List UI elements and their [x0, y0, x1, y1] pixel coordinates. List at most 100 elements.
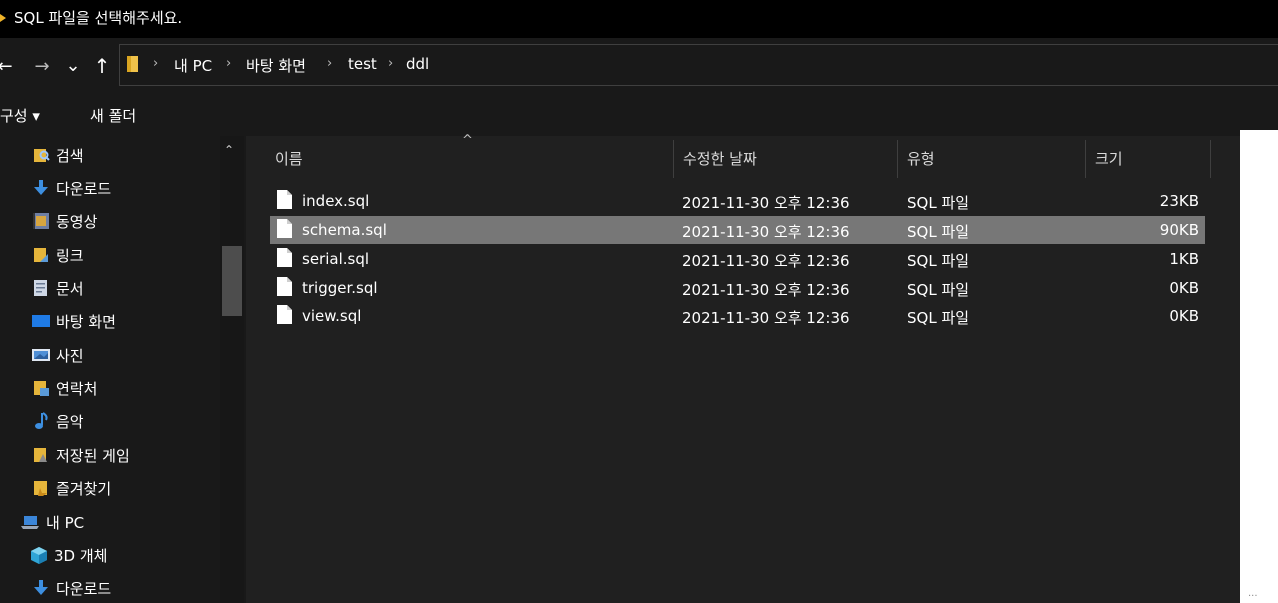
sidebar-scrollbar[interactable] [220, 136, 244, 603]
sidebar-scroll-thumb[interactable] [222, 246, 242, 316]
sidebar-item-search[interactable]: 검색 [32, 140, 84, 170]
sidebar-item-music[interactable]: 음악 [32, 406, 84, 436]
favorites-icon [34, 481, 47, 496]
sort-ascending-icon: ^ [462, 133, 473, 148]
file-icon [277, 190, 292, 209]
sidebar-item-desktop[interactable]: 바탕 화면 [32, 306, 116, 336]
file-type: SQL 파일 [907, 194, 970, 212]
sidebar-item-label: 동영상 [56, 212, 98, 231]
file-icon [277, 277, 292, 296]
organize-button[interactable]: 구성 ▾ [0, 105, 40, 126]
breadcrumb-separator: › [226, 56, 232, 71]
column-header-date[interactable]: 수정한 날짜 [683, 148, 757, 169]
sidebar-item-label: 음악 [56, 412, 84, 431]
sidebar-item-label: 다운로드 [56, 579, 112, 598]
desktop-icon [32, 315, 50, 327]
file-name: serial.sql [302, 250, 370, 268]
sidebar-item-favorites[interactable]: 즐겨찾기 [32, 473, 111, 503]
sidebar-item-label: 3D 개체 [54, 546, 108, 565]
file-date: 2021-11-30 오후 12:36 [682, 252, 850, 270]
file-type: SQL 파일 [907, 281, 970, 299]
file-row[interactable]: index.sql 2021-11-30 오후 12:36 SQL 파일 23K… [270, 187, 1205, 215]
sidebar-item-contacts[interactable]: 연락처 [32, 373, 97, 403]
file-size: 90KB [1159, 221, 1199, 239]
sidebar-item-saved-games[interactable]: 저장된 게임 [32, 440, 130, 470]
download-icon [34, 580, 48, 595]
column-header-size[interactable]: 크기 [1095, 148, 1123, 169]
file-row[interactable]: view.sql 2021-11-30 오후 12:36 SQL 파일 0KB [270, 302, 1205, 330]
up-arrow-icon: ↑ [93, 54, 111, 78]
title-bar [0, 0, 1278, 38]
sidebar-item-downloads[interactable]: 다운로드 [32, 173, 111, 203]
video-icon [33, 213, 49, 229]
file-icon [277, 248, 292, 267]
download-icon [34, 180, 48, 195]
document-icon [34, 280, 47, 296]
file-size: 0KB [1169, 279, 1199, 297]
sidebar-item-links[interactable]: 링크 [32, 240, 84, 270]
breadcrumb-separator: › [388, 56, 394, 71]
back-button[interactable]: ← [0, 52, 14, 80]
overflow-ellipsis: ... [1248, 588, 1258, 599]
up-button[interactable]: ↑ [90, 52, 114, 80]
sidebar-item-this-pc[interactable]: 내 PC [20, 507, 84, 537]
breadcrumb-item-test[interactable]: test [348, 55, 377, 73]
forward-arrow-icon: → [34, 55, 50, 77]
sidebar-item-3d-objects[interactable]: 3D 개체 [30, 540, 107, 570]
column-divider[interactable] [1085, 140, 1086, 178]
app-icon [0, 14, 6, 22]
command-bar [0, 94, 1278, 136]
column-header-type[interactable]: 유형 [907, 148, 935, 169]
window-edge [1240, 130, 1278, 603]
sidebar-item-documents[interactable]: 문서 [32, 273, 84, 303]
sidebar-item-label: 다운로드 [56, 179, 112, 198]
file-size: 0KB [1169, 307, 1199, 325]
sidebar-item-label: 내 PC [46, 513, 85, 532]
sidebar-item-label: 사진 [56, 346, 84, 365]
breadcrumb-item-ddl[interactable]: ddl [406, 55, 429, 73]
file-type: SQL 파일 [907, 252, 970, 270]
window-title: SQL 파일을 선택해주세요. [14, 9, 183, 27]
sidebar-item-label: 바탕 화면 [56, 312, 116, 331]
navigation-pane: 검색 다운로드 동영상 링크 문서 바탕 화면 사진 연락처 음악 저장된 게임… [0, 136, 246, 603]
column-header-name[interactable]: 이름 [275, 148, 303, 169]
column-divider[interactable] [673, 140, 674, 178]
computer-icon [21, 516, 39, 529]
sidebar-item-label: 문서 [56, 279, 84, 298]
new-folder-button[interactable]: 새 폴더 [90, 105, 136, 126]
file-name: view.sql [302, 307, 362, 325]
3d-objects-icon [31, 547, 47, 564]
sidebar-item-label: 검색 [56, 146, 84, 165]
search-folder-icon [34, 149, 50, 162]
links-icon [34, 248, 48, 262]
file-name: trigger.sql [302, 279, 378, 297]
breadcrumb-separator: › [153, 56, 159, 71]
column-divider[interactable] [897, 140, 898, 178]
pictures-icon [32, 349, 50, 361]
back-arrow-icon: ← [0, 55, 13, 77]
file-date: 2021-11-30 오후 12:36 [682, 281, 850, 299]
sidebar-item-pictures[interactable]: 사진 [32, 340, 84, 370]
sidebar-item-label: 저장된 게임 [56, 446, 130, 465]
scroll-up-icon[interactable]: ⌃ [224, 143, 234, 157]
file-row[interactable]: trigger.sql 2021-11-30 오후 12:36 SQL 파일 0… [270, 274, 1205, 302]
file-size: 23KB [1159, 192, 1199, 210]
recent-locations-button[interactable]: ⌄ [62, 52, 84, 80]
forward-button[interactable]: → [28, 52, 56, 80]
contacts-icon [34, 381, 49, 396]
file-row[interactable]: serial.sql 2021-11-30 오후 12:36 SQL 파일 1K… [270, 245, 1205, 273]
file-icon [277, 305, 292, 324]
file-icon [277, 219, 292, 238]
file-type: SQL 파일 [907, 223, 970, 241]
file-row-selected[interactable]: schema.sql 2021-11-30 오후 12:36 SQL 파일 90… [270, 216, 1205, 244]
sidebar-item-videos[interactable]: 동영상 [32, 206, 97, 236]
file-size: 1KB [1169, 250, 1199, 268]
file-name: schema.sql [302, 221, 387, 239]
breadcrumb-item-desktop[interactable]: 바탕 화면 [246, 55, 306, 76]
sidebar-item-label: 즐겨찾기 [56, 479, 112, 498]
file-date: 2021-11-30 오후 12:36 [682, 309, 850, 327]
breadcrumb-item-pc[interactable]: 내 PC [174, 55, 212, 76]
sidebar-item-downloads-pc[interactable]: 다운로드 [32, 573, 111, 603]
sidebar-item-label: 연락처 [56, 379, 98, 398]
column-divider[interactable] [1210, 140, 1211, 178]
